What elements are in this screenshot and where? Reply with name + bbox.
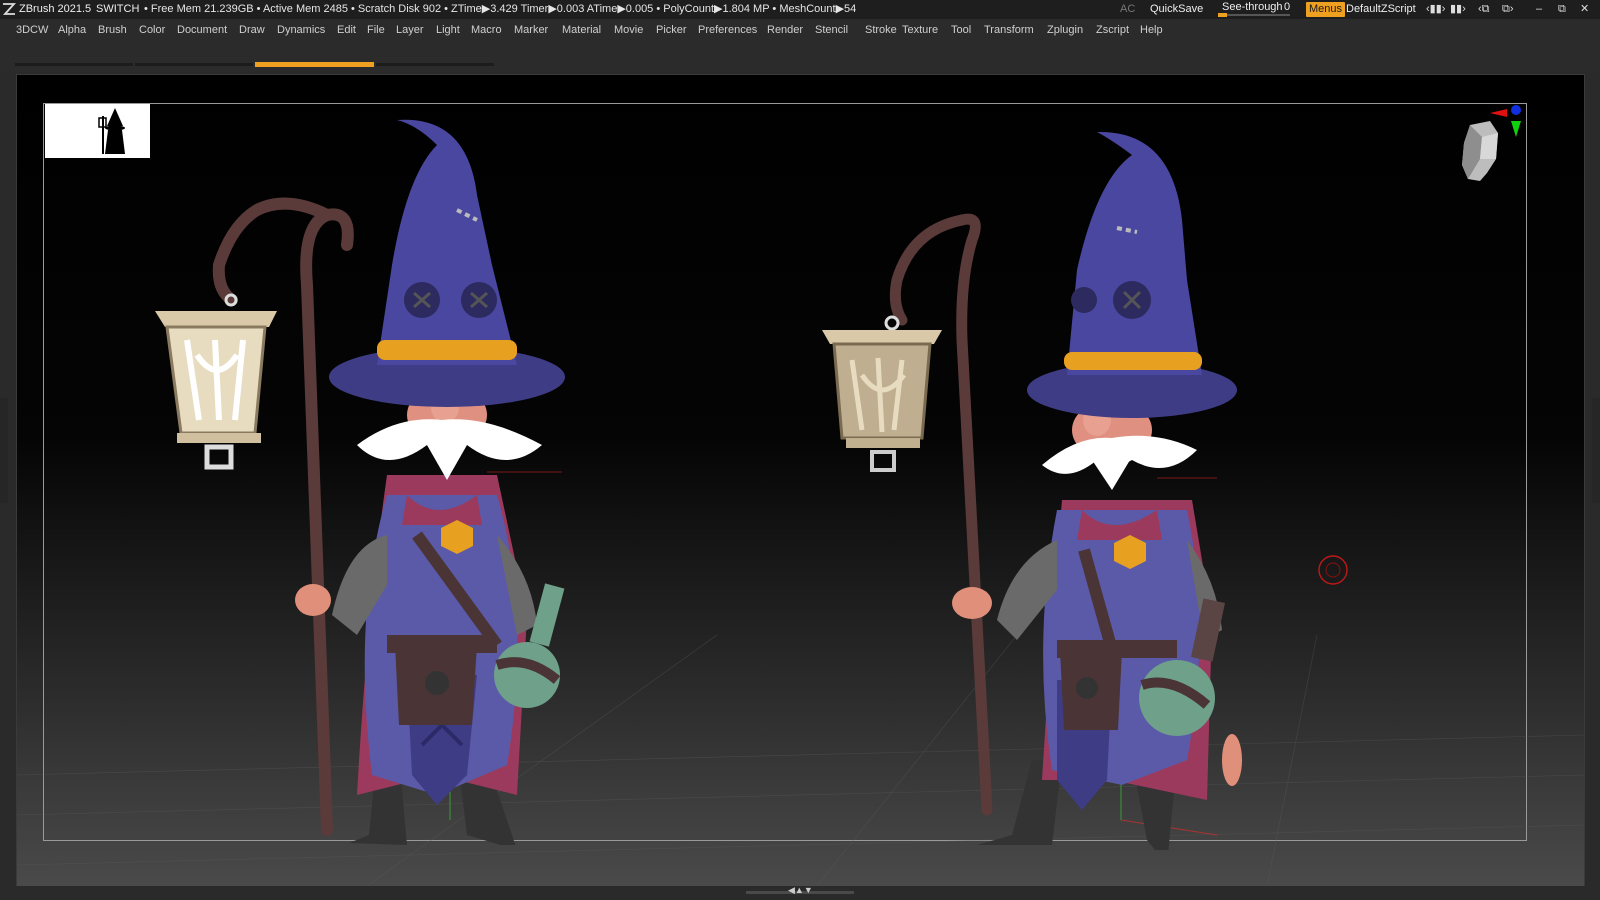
menus-button[interactable]: Menus (1306, 2, 1346, 17)
menu-stencil[interactable]: Stencil (815, 19, 848, 42)
zbrush-logo-icon (2, 3, 16, 15)
menu-file[interactable]: File (367, 19, 385, 42)
menu-dynamics[interactable]: Dynamics (277, 19, 325, 42)
axis-y-arrow (1511, 121, 1521, 137)
menu-draw[interactable]: Draw (239, 19, 265, 42)
menu-brush[interactable]: Brush (98, 19, 127, 42)
menu-movie[interactable]: Movie (614, 19, 643, 42)
menu-color[interactable]: Color (139, 19, 165, 42)
wizard-silhouette-icon (98, 108, 125, 154)
tab-segment-2[interactable] (135, 63, 253, 66)
hat-button-left (1071, 287, 1097, 313)
menu-render[interactable]: Render (767, 19, 803, 42)
document-canvas[interactable] (16, 74, 1585, 887)
switch-button[interactable]: SWITCH (96, 0, 139, 19)
tab-segment-4[interactable] (376, 63, 494, 66)
menu-bar: 3DCW Alpha Brush Color Document Draw Dyn… (0, 19, 1600, 42)
menu-tool[interactable]: Tool (951, 19, 971, 42)
tab-segment-1[interactable] (15, 63, 133, 66)
menu-macro[interactable]: Macro (471, 19, 502, 42)
brush-cursor-icon (1318, 555, 1348, 585)
restore-icon[interactable]: ⧉ (1558, 0, 1566, 19)
camera-icon[interactable]: ⧉› (1502, 0, 1514, 19)
menu-help[interactable]: Help (1140, 19, 1163, 42)
menu-zscript[interactable]: Zscript (1096, 19, 1129, 42)
axis-x-arrow (1490, 109, 1507, 117)
menu-alpha[interactable]: Alpha (58, 19, 86, 42)
menu-marker[interactable]: Marker (514, 19, 548, 42)
hat (1067, 131, 1202, 375)
quicksave-button[interactable]: QuickSave (1150, 0, 1203, 19)
menu-zplugin[interactable]: Zplugin (1047, 19, 1083, 42)
menu-stroke[interactable]: Stroke (865, 19, 897, 42)
ac-toggle[interactable]: AC (1120, 0, 1135, 19)
default-zscript-button[interactable]: DefaultZScript (1346, 0, 1416, 19)
navigation-head-icon[interactable] (1432, 103, 1532, 213)
menu-transform[interactable]: Transform (984, 19, 1034, 42)
close-icon[interactable]: ✕ (1580, 0, 1589, 19)
lantern (822, 315, 942, 472)
layout-left-icon[interactable]: ‹▮▮› (1426, 0, 1445, 19)
menu-3dcw[interactable]: 3DCW (16, 19, 48, 42)
left-tray-handle[interactable] (0, 398, 8, 503)
see-through-track (1218, 14, 1290, 16)
memory-stats: • Free Mem 21.239GB • Active Mem 2485 • … (144, 3, 857, 15)
see-through-fill (1218, 13, 1227, 17)
staff (956, 213, 993, 816)
wizard-model-threequarter[interactable] (812, 120, 1272, 850)
menu-edit[interactable]: Edit (337, 19, 356, 42)
tab-segment-active[interactable] (255, 62, 374, 67)
menu-material[interactable]: Material (562, 19, 601, 42)
staff (300, 208, 354, 836)
expand-tray-icon[interactable]: ◀▲▼ (788, 885, 813, 896)
lantern (155, 293, 277, 470)
tab-strip (0, 42, 1600, 72)
thumbnail-preview[interactable] (45, 104, 150, 158)
wizard-model-front[interactable] (137, 115, 577, 845)
axis-z-dot (1511, 105, 1521, 115)
layout-icon[interactable]: ‹⧉ (1478, 0, 1490, 19)
menu-texture[interactable]: Texture (902, 19, 938, 42)
bottom-tray[interactable]: ◀▲▼ (0, 885, 1600, 900)
hat-band (1064, 352, 1202, 370)
title-bar: ZBrush 2021.5 SWITCH • Free Mem 21.239GB… (0, 0, 1600, 19)
menu-picker[interactable]: Picker (656, 19, 687, 42)
menu-layer[interactable]: Layer (396, 19, 424, 42)
hat-band (377, 340, 517, 360)
right-tray-handle[interactable] (1592, 398, 1600, 503)
menu-light[interactable]: Light (436, 19, 460, 42)
menu-document[interactable]: Document (177, 19, 227, 42)
menu-preferences[interactable]: Preferences (698, 19, 757, 42)
hat (377, 119, 517, 366)
minimize-icon[interactable]: – (1536, 0, 1542, 19)
see-through-slider[interactable]: See-through 0 (1218, 0, 1290, 19)
layout-right-icon[interactable]: ▮▮› (1450, 0, 1466, 19)
app-title: ZBrush 2021.5 (19, 3, 92, 15)
